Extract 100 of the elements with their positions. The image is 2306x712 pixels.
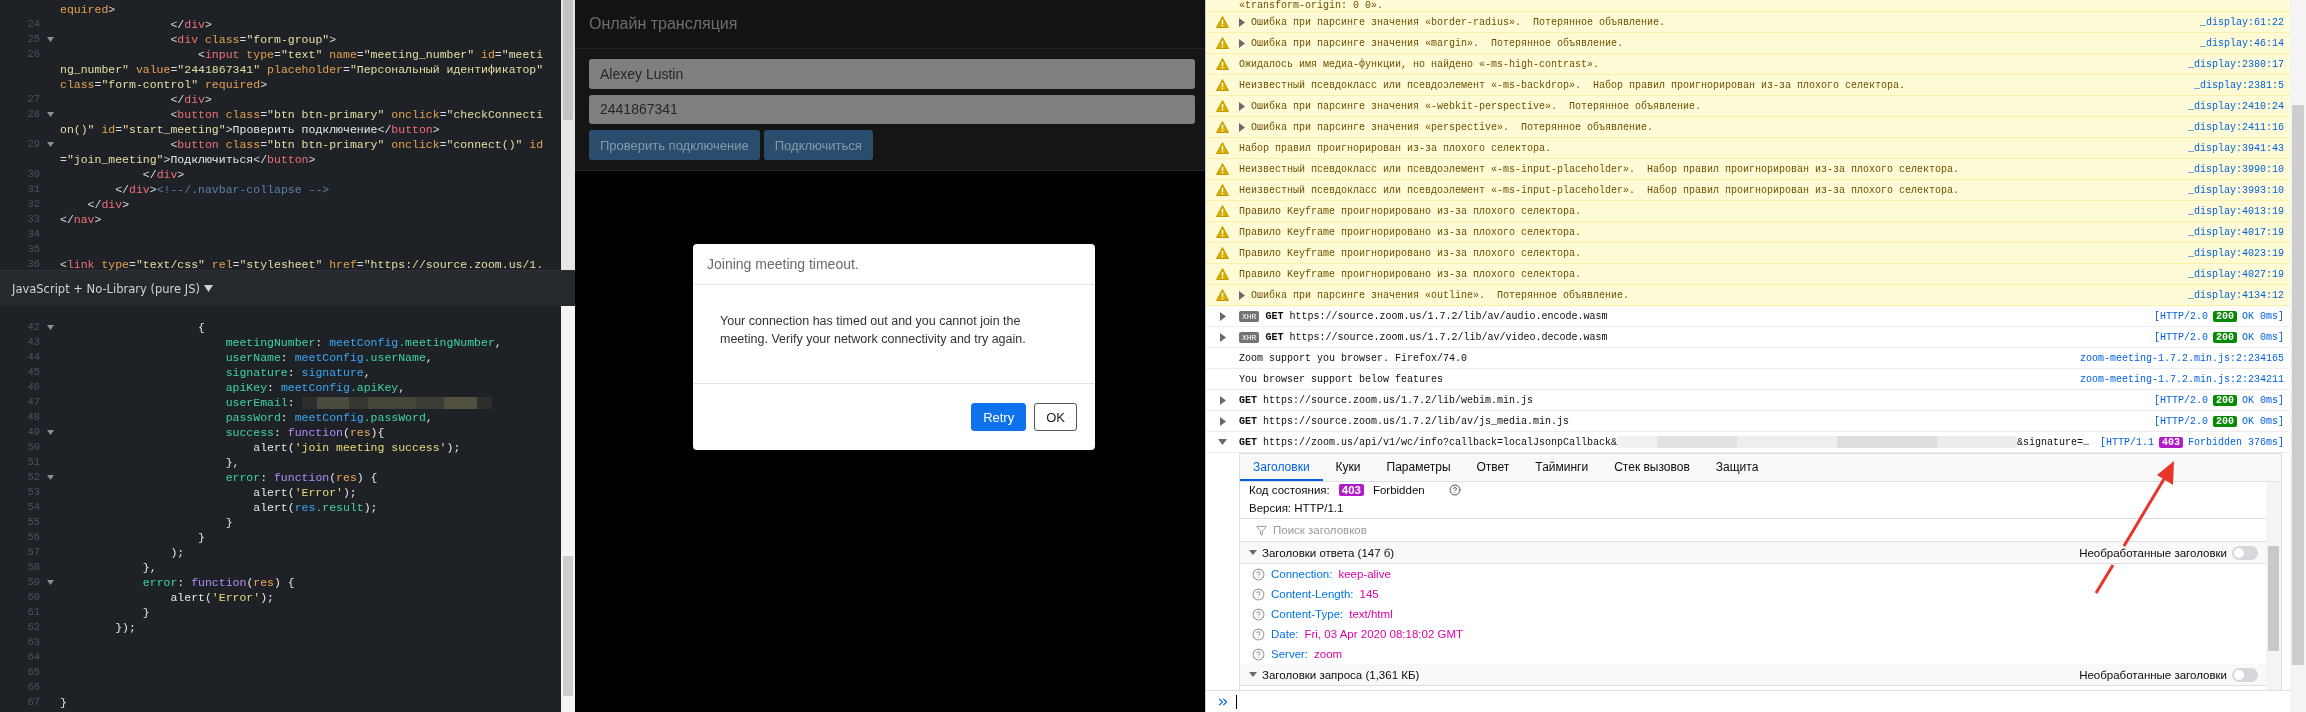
code-line: ); [170,546,185,559]
help-icon[interactable] [1252,647,1265,661]
collapse-arrow-icon[interactable] [1249,672,1257,677]
section-title[interactable]: Заголовки ответа (147 б) [1262,546,1395,559]
source-link[interactable]: _display:4017:19 [2188,226,2284,238]
status-text: OK 0ms] [2242,415,2284,427]
expand-arrow-icon[interactable] [1239,38,1245,48]
toggle-switch[interactable] [2232,545,2258,560]
help-icon[interactable] [1448,484,1461,496]
source-link[interactable]: _display:2411:16 [2188,121,2284,133]
code-line: <div class="form-group"> [170,33,337,46]
help-icon[interactable] [1252,587,1265,601]
request-badge: XHR [1239,331,1260,343]
request-badge: XHR [1239,310,1260,322]
scrollbar[interactable] [2290,0,2306,712]
source-link[interactable]: _display:2381:5 [2194,79,2284,91]
message-text: Zoom support you browser. Firefox/74.0 [1239,352,1468,364]
protocol-label: [HTTP/1.1 [2099,436,2154,448]
input-field[interactable]: 2441867341 [589,94,1195,124]
fold-caret-icon[interactable] [46,37,54,42]
source-link[interactable]: _display:4027:19 [2188,268,2284,280]
fold-caret-icon[interactable] [46,580,54,585]
source-link[interactable]: zoom-meeting-1.7.2.min.js:2:234211 [2079,373,2284,385]
expand-arrow-icon[interactable] [1239,290,1245,300]
source-link[interactable]: _display:2410:24 [2188,100,2284,112]
warning-icon [1216,79,1229,91]
warning-icon [1216,268,1229,280]
toggle-switch[interactable] [2232,667,2258,682]
code-line: error: function(res) { [225,471,378,484]
expand-arrow-icon[interactable] [1219,332,1226,342]
request-url[interactable]: https://source.zoom.us/1.7.2/lib/av/video.decode.wasm [1289,331,1608,343]
warning-icon [1216,37,1229,49]
source-link[interactable]: _display:4013:19 [2188,205,2284,217]
fold-caret-icon[interactable] [46,112,54,117]
language-selector[interactable]: JavaScript + No-Library (pure JS) [12,281,200,296]
dialog-button[interactable]: OK [1034,403,1077,431]
code-line: alert('Error'); [253,486,357,499]
expand-arrow-icon[interactable] [1239,122,1245,132]
panel-tab[interactable]: Параметры [1373,454,1464,481]
header-name: Connection: [1271,568,1333,580]
dialog-button[interactable]: Retry [971,403,1027,431]
console-input[interactable] [1206,690,2290,712]
code-line: error: function(res) { [142,576,295,589]
source-link[interactable]: _display:61:22 [2200,16,2284,28]
fold-caret-icon[interactable] [46,325,54,330]
line-number: 32 [27,198,40,210]
input-field[interactable]: Alexey Lustin [589,59,1195,89]
code-line: signature: signature, [225,366,371,379]
message-text: Ошибка при парсинге значения «perspective». Потерянное объявление. [1251,121,1654,133]
code-line: ="join_meeting">Подключиться</button> [60,153,316,166]
source-link[interactable]: _display:2380:17 [2188,58,2284,70]
help-icon[interactable] [1252,607,1265,621]
fold-caret-icon[interactable] [46,475,54,480]
expand-arrow-icon[interactable] [1239,17,1245,27]
expand-arrow-icon[interactable] [1219,395,1226,405]
panel-tab[interactable]: Заголовки [1240,454,1323,481]
request-url[interactable]: https://zoom.us/api/v1/wc/info?callback=localJsonpCallback& [1263,436,1618,448]
source-link[interactable]: _display:3990:10 [2188,163,2284,175]
panel-tab[interactable]: Тайминги [1522,454,1602,481]
protocol-label: [HTTP/2.0 [2153,331,2208,343]
message-text: Набор правил проигнорирован из-за плохого селектора. [1239,142,1552,154]
panel-tab[interactable]: Куки [1322,454,1374,481]
code-line: </div><!--/.navbar-collapse --> [115,183,330,196]
section-title[interactable]: Заголовки запроса (1,361 КБ) [1262,668,1420,681]
request-url[interactable]: &signature=… [2017,436,2090,448]
collapse-arrow-icon[interactable] [1218,439,1227,445]
source-link[interactable]: _display:4134:12 [2188,289,2284,301]
source-link[interactable]: _display:46:14 [2200,37,2284,49]
fold-caret-icon[interactable] [46,430,54,435]
form-button[interactable]: Подключиться [763,130,873,160]
request-url[interactable]: https://source.zoom.us/1.7.2/lib/av/js_media.min.js [1263,415,1570,427]
scrollbar[interactable] [561,306,575,712]
code-line: ng_number" value="2441867341" placeholder="Персональный идентификатор" [60,63,544,76]
header-value: text/html [1349,608,1393,620]
source-link[interactable]: zoom-meeting-1.7.2.min.js:2:234165 [2079,352,2284,364]
source-link[interactable]: _display:3941:43 [2188,142,2284,154]
expand-arrow-icon[interactable] [1219,311,1226,321]
scrollbar[interactable] [561,0,575,270]
help-icon[interactable] [1252,627,1265,641]
panel-tab[interactable]: Защита [1702,454,1772,481]
collapse-arrow-icon[interactable] [1249,550,1257,555]
code-line: }, [142,561,157,574]
warning-icon [1216,163,1229,175]
help-icon[interactable] [1252,567,1265,581]
code-line: </div> [170,18,212,31]
fold-caret-icon[interactable] [46,142,54,147]
source-link[interactable]: _display:4023:19 [2188,247,2284,259]
request-url[interactable]: https://source.zoom.us/1.7.2/lib/av/audio.encode.wasm [1289,310,1608,322]
code-line: equired> [60,3,116,16]
caret-icon[interactable] [203,285,213,292]
expand-arrow-icon[interactable] [1219,416,1226,426]
panel-tab[interactable]: Ответ [1463,454,1523,481]
request-url[interactable]: https://source.zoom.us/1.7.2/lib/webim.min.js [1263,394,1534,406]
message-text: Неизвестный псевдокласс или псевдоэлемент «-ms-input-placeholder». Набор правил проигнорирован из-за плохого селектора. [1239,163,1960,175]
scrollbar[interactable] [2266,482,2281,690]
code-line: } [198,531,205,544]
panel-tab[interactable]: Стек вызовов [1601,454,1703,481]
form-button[interactable]: Проверить подключение [589,130,760,160]
expand-arrow-icon[interactable] [1239,101,1245,111]
source-link[interactable]: _display:3993:10 [2188,184,2284,196]
